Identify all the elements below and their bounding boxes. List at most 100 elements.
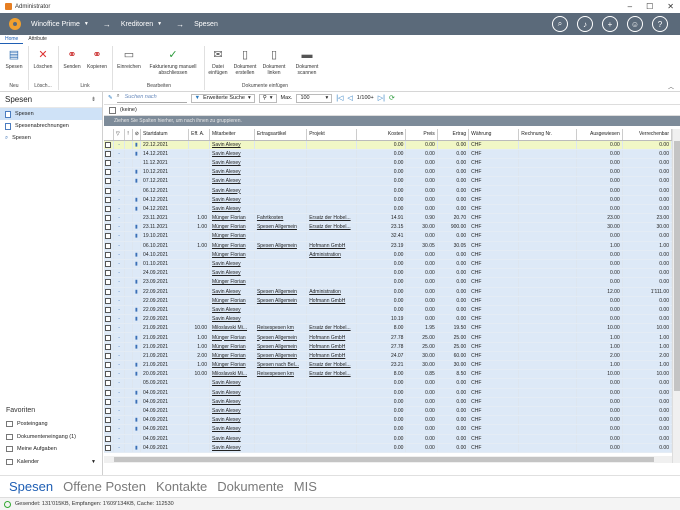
table-cell[interactable]: Reisespesen km [254,369,308,380]
table-cell[interactable] [306,176,358,187]
table-row[interactable]: - ▮ 04.09.2021 Savin Alexey 0.00 0.00 0.00 CHF 0… [104,397,673,407]
table-row[interactable]: - ▮ 21.09.2021 1.00 Münger Florian Spesen nac… [104,360,673,371]
row-checkbox-cell[interactable] [104,369,114,380]
table-cell[interactable] [306,406,358,417]
table-cell[interactable]: Ersatz der Hobel... [306,222,358,233]
table-cell[interactable]: Miloslavski Mi... [209,369,255,380]
copy-button[interactable]: ⚭ Kopieren [85,48,109,71]
table-cell[interactable]: Savin Alexey [209,268,255,279]
table-cell[interactable] [254,167,308,178]
table-row[interactable]: - ▮ 10.12.2021 Savin Alexey 0.00 0.00 0.00 CHF 0… [104,167,673,178]
table-row[interactable]: - ▮ 04.09.2021 Savin Alexey 0.00 0.00 0.00 CHF 0… [104,415,673,426]
table-cell[interactable]: Spesen Allgemein [254,332,308,343]
attachment-icon[interactable]: ▮ [132,277,142,288]
row-checkbox-cell[interactable] [104,424,114,435]
table-cell[interactable]: Hofmann GmbH [306,342,358,352]
table-cell[interactable] [254,434,308,444]
table-cell[interactable]: Münger Florian [209,222,255,233]
col-startdatum[interactable]: Startdatum [140,129,190,141]
filter-menu-select[interactable]: ⚲ ▾ [258,93,277,103]
row-checkbox-cell[interactable] [104,434,114,444]
table-cell[interactable]: Savin Alexey [209,287,255,297]
table-cell[interactable]: Administration [306,287,358,297]
table-cell[interactable]: Savin Alexey [209,388,255,398]
row-checkbox[interactable] [105,159,112,166]
table-cell[interactable]: Ersatz der Hobel... [306,369,358,380]
table-row[interactable]: -11.12.2021 Savin Alexey 0.00 0.00 0.00 CHF 0.… [104,158,673,169]
table-row[interactable]: -06.10.2021 1.00 Münger Florian Spesen Allg… [104,241,673,251]
attachment-icon[interactable]: ▮ [132,204,142,215]
table-row[interactable]: - ▮ 04.12.2021 Savin Alexey 0.00 0.00 0.00 CHF 0… [104,204,673,215]
col-verrechenbar[interactable]: Verrechenbar [622,129,673,141]
table-cell[interactable] [306,415,358,426]
sidebar-item-spesen[interactable]: Spesen [0,108,102,120]
attachment-icon[interactable] [132,158,142,169]
row-checkbox[interactable] [105,251,112,258]
table-row[interactable]: -04.09.2021 Savin Alexey 0.00 0.00 0.00 CHF 0.… [104,406,673,417]
table-cell[interactable] [254,140,308,150]
table-cell[interactable]: Münger Florian [209,277,255,288]
table-cell[interactable]: Savin Alexey [209,195,255,205]
attachment-icon[interactable] [132,296,142,306]
row-checkbox-cell[interactable] [104,195,114,205]
prev-page-icon[interactable]: ◁ [347,94,352,102]
attachment-icon[interactable]: ▮ [132,305,142,316]
row-checkbox-cell[interactable] [104,406,114,417]
table-row[interactable]: - ▮ 22.09.2021 Savin Alexey Spesen Allgemein… [104,287,673,297]
minimize-icon[interactable]: – [628,0,632,13]
send-button[interactable]: ⚭ Senden [61,48,83,71]
tab-kontakte[interactable]: Kontakte [156,479,207,494]
attachment-icon[interactable]: ▮ [132,360,142,371]
attachment-icon[interactable]: ▮ [132,231,142,242]
table-cell[interactable]: Savin Alexey [209,140,255,150]
row-checkbox[interactable] [105,435,112,442]
col-preis[interactable]: Preis [405,129,438,141]
search-icon[interactable]: ⌕ [552,16,568,32]
plus-icon[interactable]: + [602,16,618,32]
row-checkbox-cell[interactable] [104,185,114,196]
attachment-icon[interactable] [132,213,142,224]
table-cell[interactable]: Spesen Allgemein [254,351,308,362]
table-cell[interactable] [254,259,308,270]
table-cell[interactable] [306,314,358,325]
table-row[interactable]: - ▮ 19.10.2021 Münger Florian 32.41 0.00 0.00 C… [104,231,673,242]
table-cell[interactable] [254,443,308,453]
row-checkbox[interactable] [105,371,112,378]
table-cell[interactable] [306,195,358,205]
table-cell[interactable] [306,149,358,159]
favorite-dokumenteneingang[interactable]: Dokumenteneingang (1) [0,431,102,444]
attachment-icon[interactable] [132,406,142,417]
row-checkbox[interactable] [105,270,112,277]
row-checkbox[interactable] [105,380,112,387]
table-cell[interactable] [254,158,308,169]
row-checkbox[interactable] [105,334,112,341]
tab-spesen[interactable]: Spesen [9,479,53,494]
row-checkbox-cell[interactable] [104,222,114,233]
table-cell[interactable]: Münger Florian [209,360,255,371]
table-cell[interactable] [306,424,358,435]
table-cell[interactable]: Fahrtkosten [254,213,308,224]
submit-button[interactable]: ▭ Einreichen [116,48,142,71]
table-cell[interactable]: Spesen Allgemein [254,296,308,306]
breadcrumb-kreditoren[interactable]: Kreditoren ▼ [121,21,162,28]
attachment-icon[interactable] [132,185,142,196]
table-row[interactable]: - ▮ 07.12.2021 Savin Alexey 0.00 0.00 0.00 CHF 0… [104,176,673,187]
table-cell[interactable] [306,277,358,288]
table-cell[interactable]: Savin Alexey [209,149,255,159]
row-checkbox[interactable] [105,242,112,249]
col-eff[interactable]: Eff. A. [188,129,210,141]
table-cell[interactable]: Hofmann GmbH [306,332,358,343]
new-spesen-button[interactable]: ▤ Spesen [4,48,24,71]
table-cell[interactable]: Hofmann GmbH [306,296,358,306]
row-checkbox[interactable] [105,233,112,240]
table-cell[interactable]: Savin Alexey [209,434,255,444]
scrollbar-thumb[interactable] [674,141,680,391]
row-checkbox[interactable] [105,261,112,268]
row-checkbox-cell[interactable] [104,360,114,371]
row-checkbox-cell[interactable] [104,140,114,150]
table-cell[interactable] [254,397,308,407]
table-row[interactable]: - ▮ 21.09.2021 1.00 Münger Florian Spesen All… [104,332,673,343]
col-kosten[interactable]: Kosten [356,129,407,141]
row-checkbox-cell[interactable] [104,277,114,288]
table-cell[interactable] [306,268,358,279]
